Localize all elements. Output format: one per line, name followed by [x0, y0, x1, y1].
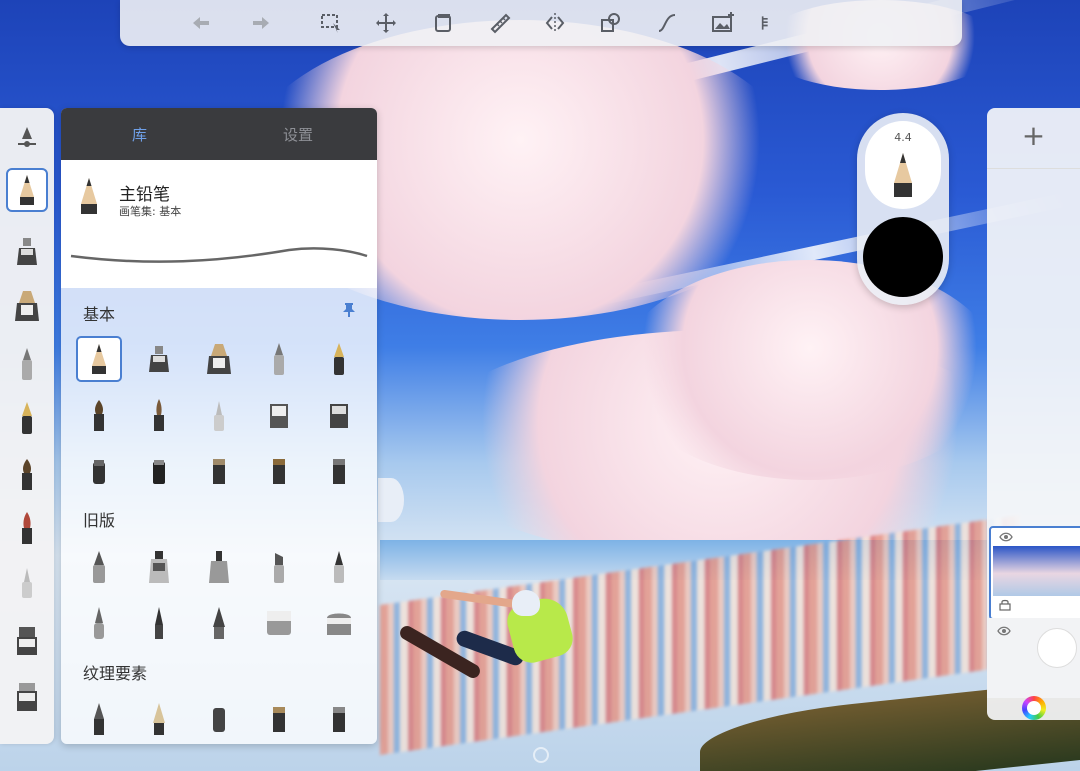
texture-brush-1[interactable]: [76, 696, 122, 742]
transform-icon[interactable]: [371, 8, 401, 38]
layer-background[interactable]: [987, 618, 1080, 698]
strip-brush-soft[interactable]: [8, 562, 46, 602]
texture-brush-5[interactable]: [316, 696, 362, 742]
layer-icon[interactable]: [428, 8, 458, 38]
brush-paint[interactable]: [76, 392, 122, 438]
panel-tab-bar: 库 设置: [61, 108, 377, 160]
current-brush-set: 画笔集: 基本: [119, 205, 182, 218]
brush-flat-2[interactable]: [136, 448, 182, 494]
current-brush-icon: [81, 178, 97, 214]
strip-brush-pencil[interactable]: [6, 168, 48, 212]
texture-brush-4[interactable]: [256, 696, 302, 742]
add-image-icon[interactable]: [708, 8, 738, 38]
texture-brush-3[interactable]: [196, 696, 242, 742]
brush-soft-eraser[interactable]: [196, 392, 242, 438]
brush-puck[interactable]: 4.4: [857, 113, 949, 305]
legacy-brush-5[interactable]: [316, 544, 362, 590]
selection-icon[interactable]: [316, 8, 346, 38]
legacy-brush-1[interactable]: [76, 544, 122, 590]
legacy-brush-2[interactable]: [136, 544, 182, 590]
brush-stroke-preview: [70, 247, 368, 263]
ruler-icon[interactable]: [485, 8, 515, 38]
legacy-brush-7[interactable]: [136, 600, 182, 646]
more-icon[interactable]: [756, 8, 776, 38]
brush-ink-brush[interactable]: [136, 392, 182, 438]
legacy-brush-8[interactable]: [196, 600, 242, 646]
brush-flat-3[interactable]: [196, 448, 242, 494]
strip-brush-pen[interactable]: [8, 398, 46, 438]
background-color-swatch[interactable]: [1037, 628, 1077, 668]
brush-pencil[interactable]: [76, 336, 122, 382]
color-wheel-icon[interactable]: [1022, 696, 1046, 720]
section-title-texture: 纹理要素: [83, 664, 148, 683]
eye-icon[interactable]: [997, 626, 1011, 636]
tab-settings[interactable]: 设置: [283, 124, 313, 145]
legacy-brush-6[interactable]: [76, 600, 122, 646]
brush-size-control[interactable]: 4.4: [865, 121, 941, 209]
current-brush-name: 主铅笔: [119, 185, 170, 205]
brush-palette: [0, 108, 54, 744]
strip-brush-chisel[interactable]: [8, 620, 46, 660]
layers-panel: +: [987, 108, 1080, 720]
brush-library-panel: 库 设置 主铅笔 画笔集: 基本 基本 旧版 纹理要素: [61, 108, 377, 744]
eye-icon[interactable]: [999, 532, 1013, 542]
color-swatch[interactable]: [863, 217, 943, 297]
undo-icon[interactable]: [186, 8, 216, 38]
tab-library[interactable]: 库: [132, 124, 147, 145]
strip-brush-flat[interactable]: [8, 676, 46, 716]
redo-icon[interactable]: [246, 8, 276, 38]
curve-icon[interactable]: [652, 8, 682, 38]
brush-airbrush[interactable]: [196, 336, 242, 382]
top-toolbar: [120, 0, 962, 46]
divider: [987, 168, 1080, 169]
brush-technical-pen[interactable]: [256, 336, 302, 382]
brush-hard-eraser[interactable]: [256, 392, 302, 438]
strip-brush-round[interactable]: [8, 508, 46, 548]
second-skater-helmet: [378, 478, 404, 522]
legacy-brush-4[interactable]: [256, 544, 302, 590]
brush-size-value: 4.4: [894, 131, 912, 144]
add-layer-button[interactable]: +: [987, 114, 1080, 156]
brush-flat-4[interactable]: [256, 448, 302, 494]
pin-icon[interactable]: [342, 302, 356, 318]
brush-flat-1[interactable]: [76, 448, 122, 494]
current-brush-card[interactable]: 主铅笔 画笔集: 基本: [61, 160, 377, 288]
strip-brush-paint[interactable]: [8, 454, 46, 494]
pencil-icon: [894, 153, 912, 197]
layer-thumbnail: [993, 546, 1080, 596]
brush-settings-icon[interactable]: [8, 118, 46, 158]
strip-brush-airbrush[interactable]: [8, 286, 46, 326]
cloud: [620, 260, 1000, 480]
brush-flat-5[interactable]: [316, 448, 362, 494]
legacy-brush-10[interactable]: [316, 600, 362, 646]
legacy-brush-3[interactable]: [196, 544, 242, 590]
shapes-icon[interactable]: [596, 8, 626, 38]
strip-brush-ink[interactable]: [8, 344, 46, 384]
section-title-basic: 基本: [83, 305, 116, 324]
symmetry-icon[interactable]: [540, 8, 570, 38]
home-indicator: [533, 747, 549, 763]
brush-block[interactable]: [316, 392, 362, 438]
lock-icon[interactable]: [999, 599, 1011, 611]
brush-marker[interactable]: [136, 336, 182, 382]
skater-helmet: [512, 590, 540, 616]
layer-artwork[interactable]: [989, 526, 1080, 620]
brush-fountain-pen[interactable]: [316, 336, 362, 382]
strip-brush-marker[interactable]: [8, 232, 46, 272]
section-title-legacy: 旧版: [83, 511, 116, 530]
texture-brush-2[interactable]: [136, 696, 182, 742]
legacy-brush-9[interactable]: [256, 600, 302, 646]
